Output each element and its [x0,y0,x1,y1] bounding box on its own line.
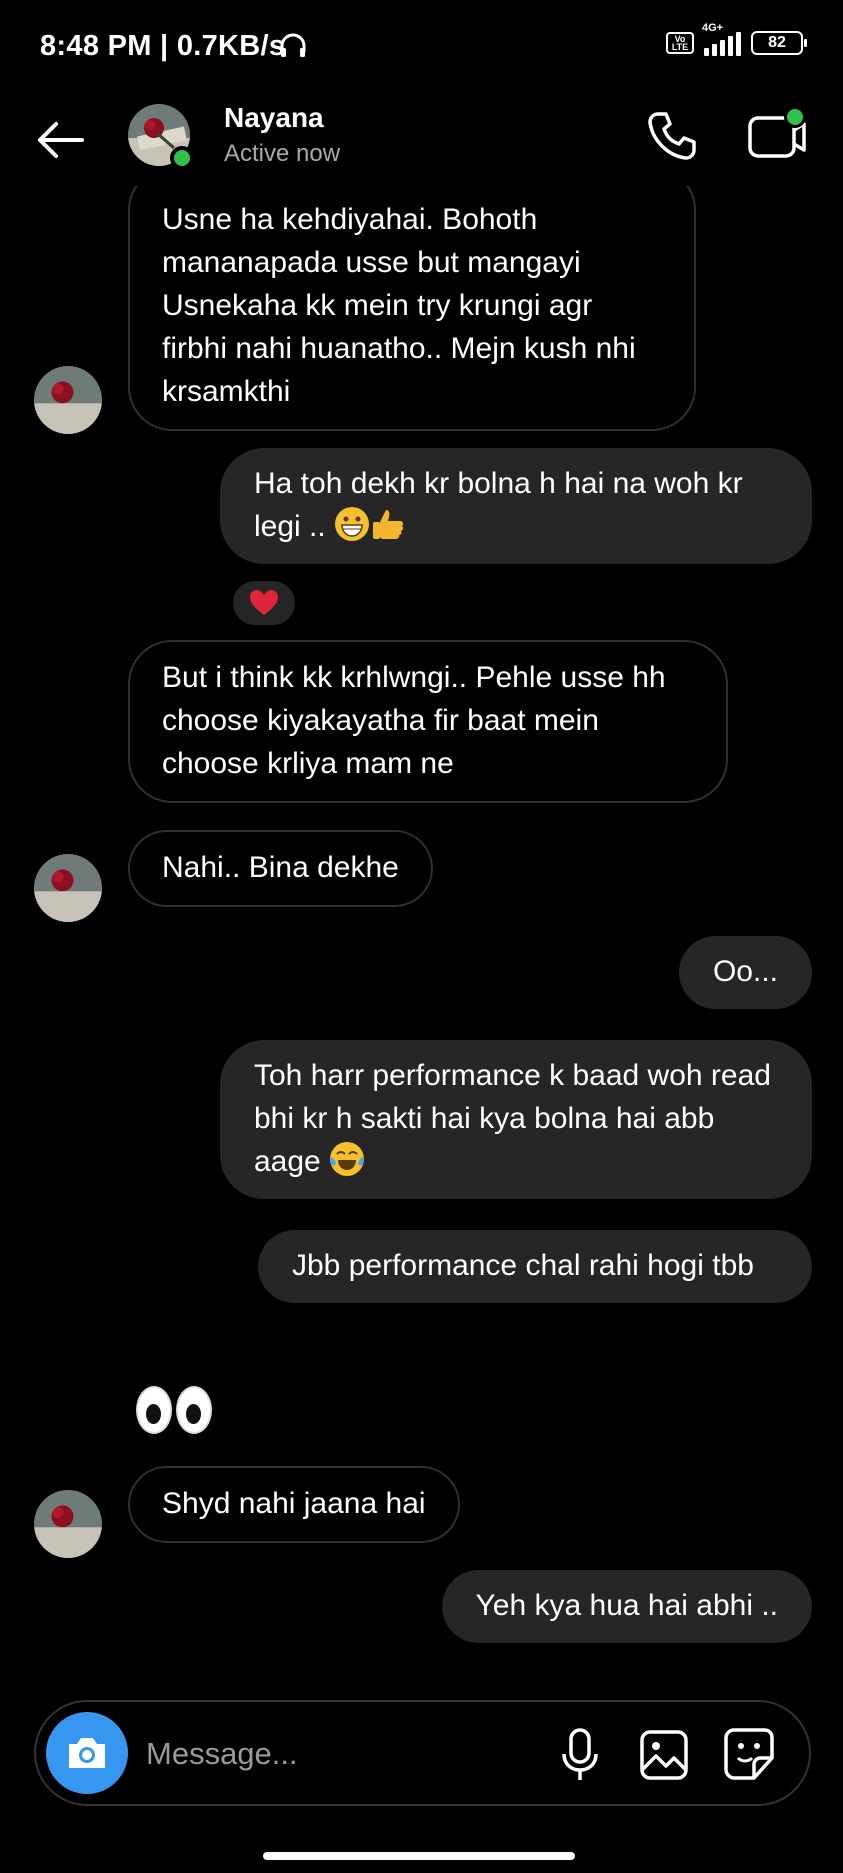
phone-call-icon[interactable] [644,108,700,164]
contact-status: Active now [224,140,341,167]
eye-right [176,1386,212,1434]
contact-avatar[interactable] [128,104,194,170]
message-reaction[interactable] [230,578,298,628]
incoming-message[interactable]: Usne ha kehdiyahai. Bohoth mananapada us… [128,186,696,431]
sender-avatar[interactable] [34,1490,102,1558]
outgoing-message[interactable]: Toh harr performance k baad woh read bhi… [220,1040,812,1199]
status-bar: 8:48 PM | 0.7KB/s Vo LTE 4G+ 82 [0,0,843,96]
battery-level: 82 [768,34,786,51]
message-text: Shyd nahi jaana hai [162,1487,426,1520]
outgoing-message[interactable]: Ha toh dekh kr bolna h hai na woh kr leg… [220,448,812,564]
network-type: 4G+ [702,22,724,34]
avatar-rose-image [34,1490,102,1558]
thumbs-up-emoji [373,510,404,539]
incoming-message[interactable]: But i think kk krhlwngi.. Pehle usse hh … [128,640,728,803]
camera-button[interactable] [46,1712,128,1794]
message-composer [34,1700,811,1806]
eye-left [136,1386,172,1434]
message-text: Jbb performance chal rahi hogi tbb [292,1249,754,1282]
contact-name[interactable]: Nayana [224,102,324,134]
sender-avatar[interactable] [34,854,102,922]
battery-icon: 82 [751,31,807,55]
avatar-rose-image [34,366,102,434]
sticker-icon[interactable] [720,1724,778,1784]
headphones-icon [280,33,306,57]
outgoing-message[interactable]: Yeh kya hua hai abhi .. [441,1570,812,1643]
volte-label: Vo LTE [671,34,689,52]
message-text: Yeh kya hua hai abhi .. [475,1589,778,1622]
avatar-rose-image [34,854,102,922]
message-text: Usne ha kehdiyahai. Bohoth mananapada us… [162,203,636,408]
video-active-indicator [784,106,806,128]
status-time: 8:48 PM | 0.7KB/s [40,30,286,62]
volte-icon: Vo LTE [666,32,694,54]
incoming-message[interactable]: Shyd nahi jaana hai [128,1466,460,1543]
status-indicators: Vo LTE 4G+ 82 [666,22,807,56]
gallery-icon[interactable] [636,1726,692,1784]
message-text: Nahi.. Bina dekhe [162,851,399,884]
signal-icon: 4G+ [702,22,741,56]
incoming-message[interactable]: Nahi.. Bina dekhe [128,830,433,907]
back-arrow-icon[interactable] [34,114,86,166]
sender-avatar[interactable] [34,366,102,434]
outgoing-message[interactable]: Jbb performance chal rahi hogi tbb [258,1230,812,1303]
outgoing-message[interactable]: Oo... [678,936,812,1009]
message-input[interactable] [146,1726,546,1782]
message-text: Ha toh dekh kr bolna h hai na woh kr leg… [254,467,743,543]
video-call-button[interactable] [744,106,808,164]
eyes-emoji[interactable] [136,1386,212,1434]
tears-of-joy-emoji [330,1142,365,1176]
heart-emoji [250,590,278,615]
camera-icon [69,1738,105,1768]
home-indicator[interactable] [263,1852,575,1860]
message-text: Oo... [712,955,778,988]
microphone-icon[interactable] [552,1726,608,1784]
chat-header: Nayana Active now [0,96,843,186]
grin-emoji [335,507,370,541]
message-thread[interactable]: Usne ha kehdiyahai. Bohoth mananapada us… [0,186,843,1686]
message-text: But i think kk krhlwngi.. Pehle usse hh … [162,661,666,780]
online-indicator [170,146,194,170]
